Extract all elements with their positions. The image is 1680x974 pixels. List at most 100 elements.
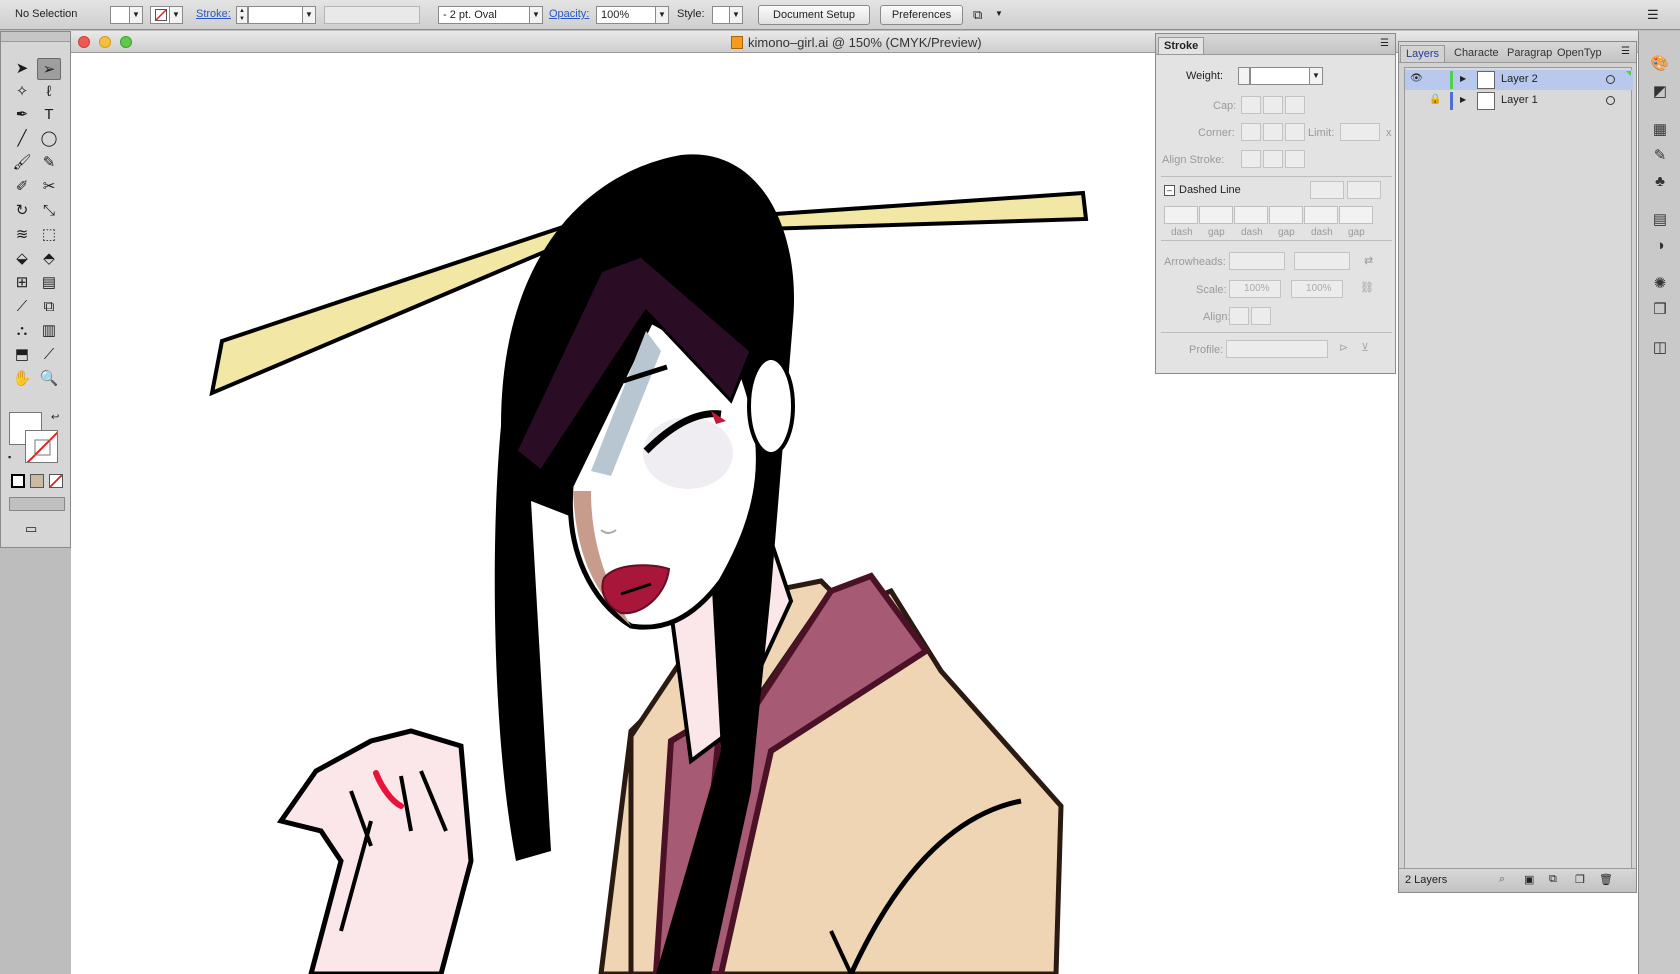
tools-panel-grip[interactable]	[1, 32, 70, 42]
butt-cap-button[interactable]	[1241, 96, 1261, 114]
target-circle-icon[interactable]	[1606, 96, 1615, 105]
rotate-tool-icon[interactable]: ↻	[10, 200, 34, 222]
fill-dropdown[interactable]: ▼	[129, 6, 143, 24]
zoom-tool-icon[interactable]: 🔍	[37, 368, 61, 390]
gradient-tool-icon[interactable]: ▤	[37, 272, 61, 294]
flip-across-icon[interactable]: ⊻	[1361, 341, 1369, 354]
stroke-weight-field[interactable]	[248, 6, 303, 24]
mesh-tool-icon[interactable]: ⊞	[10, 272, 34, 294]
lasso-tool-icon[interactable]: ℓ	[37, 81, 61, 103]
new-layer-icon[interactable]: ❐	[1575, 873, 1585, 886]
pen-tool-icon[interactable]: ✒	[10, 104, 34, 126]
gradient-mode-icon[interactable]	[30, 474, 44, 488]
shape-builder-tool-icon[interactable]: ⬙	[10, 248, 34, 270]
weight-stepper[interactable]	[1238, 67, 1250, 85]
scale-tool-icon[interactable]: ⤡	[37, 200, 61, 222]
link-scale-icon[interactable]: ⛓	[1360, 281, 1374, 294]
end-arrowhead-dropdown[interactable]	[1294, 252, 1350, 270]
profile-dropdown[interactable]	[1226, 340, 1328, 358]
document-setup-button[interactable]: Document Setup	[758, 5, 870, 25]
warp-tool-icon[interactable]: ≋	[10, 224, 34, 246]
opacity-field[interactable]: 100%	[596, 6, 656, 24]
graphic-styles-icon[interactable]: ❒	[1649, 299, 1671, 321]
artboard-tool-icon[interactable]: ⬒	[10, 344, 34, 366]
tab-stroke[interactable]: Stroke	[1158, 37, 1205, 54]
brushes-icon[interactable]: ✎	[1649, 145, 1671, 167]
layer-name[interactable]: Layer 2	[1501, 73, 1538, 85]
limit-field[interactable]	[1340, 123, 1380, 141]
preserve-dash-button[interactable]	[1310, 181, 1344, 199]
dash-1-field[interactable]	[1164, 206, 1198, 224]
blend-tool-icon[interactable]: ⧉	[37, 296, 61, 318]
gap-2-field[interactable]	[1269, 206, 1303, 224]
scissors-tool-icon[interactable]: ✂	[37, 176, 61, 198]
stroke-weight-stepper[interactable]: ▲ ▼	[236, 6, 248, 24]
hair-stick-right[interactable]	[758, 190, 1089, 232]
round-cap-button[interactable]	[1263, 96, 1283, 114]
flip-along-icon[interactable]: ⊳	[1339, 341, 1348, 354]
color-guide-icon[interactable]: ◩	[1649, 81, 1671, 103]
tab-opentype[interactable]: OpenTyp	[1552, 45, 1607, 61]
arrow-align-inside-button[interactable]	[1251, 307, 1271, 325]
magic-wand-tool-icon[interactable]: ✧	[10, 81, 34, 103]
stroke-label[interactable]: Stroke:	[196, 8, 231, 20]
arrange-dropdown-icon[interactable]: ▼	[995, 9, 1003, 18]
free-transform-tool-icon[interactable]: ⬚	[37, 224, 61, 246]
column-graph-tool-icon[interactable]: ▥	[37, 320, 61, 342]
line-tool-icon[interactable]: ╱	[10, 128, 34, 150]
paintbrush-tool-icon[interactable]: 🖌	[10, 152, 34, 174]
round-join-button[interactable]	[1263, 123, 1283, 141]
live-paint-bucket-icon[interactable]: ⬘	[37, 248, 61, 270]
weight-field[interactable]	[1250, 67, 1310, 85]
gap-3-field[interactable]	[1339, 206, 1373, 224]
style-dropdown[interactable]: ▼	[729, 6, 743, 24]
symbol-sprayer-tool-icon[interactable]: ⛬	[10, 320, 34, 342]
expand-triangle-icon[interactable]: ▶	[1460, 95, 1466, 104]
delete-layer-icon[interactable]: 🗑	[1599, 873, 1613, 886]
locate-object-icon[interactable]: ⌕	[1499, 873, 1505, 886]
stroke-swatch[interactable]	[150, 6, 170, 24]
variable-width-profile[interactable]	[324, 6, 420, 24]
dashed-line-checkbox[interactable]: –	[1164, 185, 1175, 196]
align-dash-button[interactable]	[1347, 181, 1381, 199]
selection-tool-icon[interactable]: ➤	[10, 58, 34, 80]
ellipse-tool-icon[interactable]: ◯	[37, 128, 61, 150]
projecting-cap-button[interactable]	[1285, 96, 1305, 114]
preferences-button[interactable]: Preferences	[880, 5, 963, 25]
start-scale-field[interactable]: 100%	[1229, 280, 1281, 298]
fill-swatch[interactable]	[110, 6, 130, 24]
align-center-button[interactable]	[1241, 150, 1261, 168]
tab-layers[interactable]: Layers	[1400, 45, 1446, 62]
bevel-join-button[interactable]	[1285, 123, 1305, 141]
stroke-color-swatch[interactable]	[25, 430, 58, 463]
panel-menu-icon[interactable]: ☰	[1380, 38, 1389, 49]
panel-menu-icon[interactable]: ☰	[1621, 46, 1630, 57]
stroke-weight-dropdown[interactable]: ▼	[302, 6, 316, 24]
type-tool-icon[interactable]: T	[37, 104, 61, 126]
expand-triangle-icon[interactable]: ▶	[1460, 74, 1466, 83]
graphic-style-swatch[interactable]	[712, 6, 730, 24]
color-mode-icon[interactable]	[11, 474, 25, 488]
start-arrowhead-dropdown[interactable]	[1229, 252, 1285, 270]
opacity-label[interactable]: Opacity:	[549, 8, 589, 20]
swap-fill-stroke-icon[interactable]: ↩	[51, 412, 59, 423]
ear[interactable]	[747, 356, 795, 456]
opacity-dropdown[interactable]: ▼	[655, 6, 669, 24]
new-sublayer-icon[interactable]: ⧉	[1549, 873, 1557, 886]
pencil-tool-icon[interactable]: ✎	[37, 152, 61, 174]
target-circle-icon[interactable]	[1606, 75, 1615, 84]
screen-mode-icon[interactable]: ▭	[25, 521, 37, 537]
hand[interactable]	[276, 728, 474, 974]
tab-paragraph[interactable]: Paragrap	[1502, 45, 1557, 61]
tab-character[interactable]: Characte	[1449, 45, 1504, 61]
slice-tool-icon[interactable]: ⟋	[37, 344, 61, 366]
miter-join-button[interactable]	[1241, 123, 1261, 141]
weight-dropdown[interactable]: ▼	[1309, 67, 1323, 85]
dash-2-field[interactable]	[1234, 206, 1268, 224]
gap-1-field[interactable]	[1199, 206, 1233, 224]
none-mode-icon[interactable]	[49, 474, 63, 488]
brush-dropdown[interactable]: ▼	[529, 6, 543, 24]
direct-selection-tool-icon[interactable]: ➢	[37, 58, 61, 80]
end-scale-field[interactable]: 100%	[1291, 280, 1343, 298]
blob-brush-tool-icon[interactable]: ✐	[10, 176, 34, 198]
